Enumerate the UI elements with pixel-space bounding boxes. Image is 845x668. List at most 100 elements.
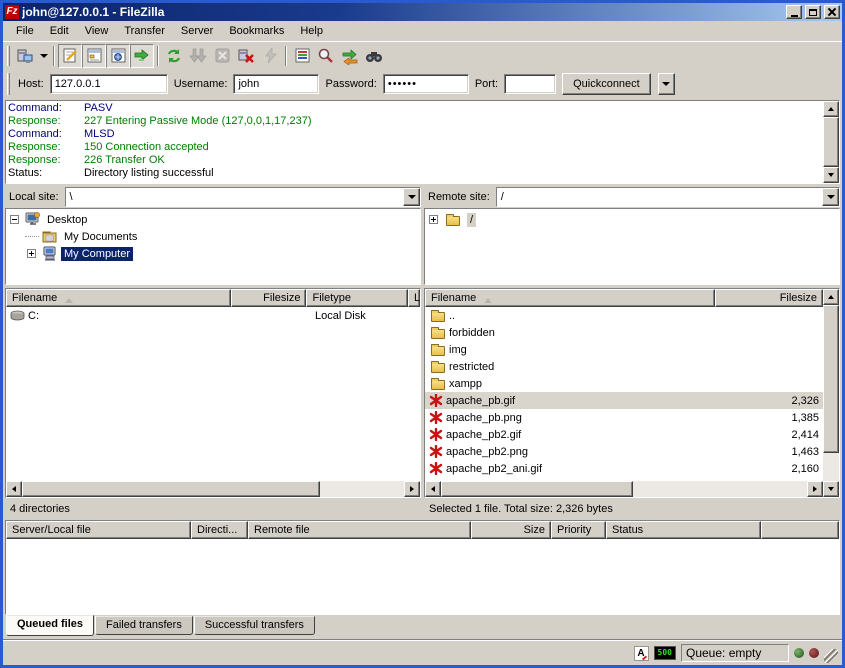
- scroll-left-button[interactable]: [425, 481, 441, 497]
- column-empty: [761, 521, 839, 539]
- tab-queued-files[interactable]: Queued files: [6, 615, 94, 636]
- menu-server[interactable]: Server: [173, 22, 221, 40]
- arrow-down-icon: [828, 487, 834, 494]
- scroll-down-button[interactable]: [823, 167, 839, 183]
- menu-file[interactable]: File: [8, 22, 42, 40]
- close-icon: [828, 8, 836, 16]
- column-server-local-file[interactable]: Server/Local file: [6, 521, 191, 539]
- menu-transfer[interactable]: Transfer: [116, 22, 173, 40]
- column-status[interactable]: Status: [606, 521, 761, 539]
- toggle-local-tree-button[interactable]: [82, 44, 106, 68]
- log-scrollbar[interactable]: [823, 101, 839, 183]
- scroll-right-button[interactable]: [807, 481, 823, 497]
- menu-help[interactable]: Help: [292, 22, 331, 40]
- scroll-up-button[interactable]: [823, 101, 839, 117]
- column-filesize[interactable]: Filesize: [715, 289, 823, 307]
- synchronized-browsing-button[interactable]: [362, 44, 386, 68]
- file-row-selected[interactable]: apache_pb.gif2,326: [425, 392, 823, 409]
- host-input[interactable]: [50, 74, 168, 94]
- remote-list-hscrollbar[interactable]: [425, 481, 823, 497]
- scroll-thumb[interactable]: [823, 117, 839, 167]
- remote-site-dropdown-button[interactable]: [822, 188, 839, 206]
- file-row[interactable]: forbidden: [425, 324, 823, 341]
- column-priority[interactable]: Priority: [551, 521, 606, 539]
- minimize-button[interactable]: [786, 5, 802, 19]
- maximize-button[interactable]: [805, 5, 821, 19]
- column-direction[interactable]: Directi...: [191, 521, 248, 539]
- tree-item-my-documents[interactable]: My Documents: [8, 228, 418, 245]
- scroll-thumb[interactable]: [22, 481, 320, 497]
- titlebar: Fz john@127.0.0.1 - FileZilla: [3, 3, 842, 21]
- menu-view[interactable]: View: [77, 22, 117, 40]
- tree-item-desktop[interactable]: Desktop: [8, 211, 418, 228]
- scroll-thumb[interactable]: [441, 481, 633, 497]
- menu-edit[interactable]: Edit: [42, 22, 77, 40]
- expand-expander-icon[interactable]: [27, 249, 36, 258]
- close-button[interactable]: [824, 5, 840, 19]
- local-site-dropdown-button[interactable]: [403, 188, 420, 206]
- toggle-remote-tree-button[interactable]: [106, 44, 130, 68]
- file-row-c-drive[interactable]: C: Local Disk: [6, 307, 420, 324]
- file-row[interactable]: apache_pb.png1,385: [425, 409, 823, 426]
- toolbar-separator: [53, 46, 55, 66]
- collapse-expander-icon[interactable]: [10, 215, 19, 224]
- process-queue-button[interactable]: [186, 44, 210, 68]
- menu-bookmarks[interactable]: Bookmarks: [221, 22, 292, 40]
- refresh-icon: [165, 47, 183, 65]
- local-list-hscrollbar[interactable]: [6, 481, 420, 497]
- directory-filter-button[interactable]: [290, 44, 314, 68]
- reconnect-button[interactable]: [258, 44, 282, 68]
- scroll-up-button[interactable]: [823, 289, 839, 305]
- tab-failed-transfers[interactable]: Failed transfers: [95, 616, 193, 635]
- scroll-left-button[interactable]: [6, 481, 22, 497]
- resize-grip[interactable]: [824, 649, 838, 663]
- cancel-operation-button[interactable]: [210, 44, 234, 68]
- file-row[interactable]: restricted: [425, 358, 823, 375]
- column-filesize[interactable]: Filesize: [231, 289, 307, 307]
- toggle-message-log-button[interactable]: [58, 44, 82, 68]
- port-input[interactable]: [504, 74, 556, 94]
- quickconnect-dropdown-button[interactable]: [658, 73, 675, 95]
- column-filetype[interactable]: Filetype: [306, 289, 408, 307]
- file-row[interactable]: xampp: [425, 375, 823, 392]
- tree-item-root[interactable]: /: [427, 211, 837, 228]
- file-row[interactable]: apache_pb2.gif2,414: [425, 426, 823, 443]
- file-row[interactable]: img: [425, 341, 823, 358]
- quickconnect-button[interactable]: Quickconnect: [562, 73, 651, 95]
- arrow-left-icon: [428, 486, 435, 492]
- remote-site-combo[interactable]: /: [496, 187, 840, 207]
- queue-status-field: Queue: empty: [681, 644, 789, 662]
- chevron-down-icon: [827, 195, 835, 203]
- column-remote-file[interactable]: Remote file: [248, 521, 471, 539]
- transfer-queue-icon: [133, 47, 151, 65]
- scroll-thumb[interactable]: [823, 305, 839, 453]
- filter-icon: [294, 47, 311, 64]
- refresh-button[interactable]: [162, 44, 186, 68]
- local-site-combo[interactable]: \: [65, 187, 421, 207]
- column-last-modified[interactable]: L: [408, 289, 420, 307]
- log-line: Command:MLSD: [8, 128, 821, 141]
- find-files-button[interactable]: [314, 44, 338, 68]
- file-row[interactable]: ..: [425, 307, 823, 324]
- directory-comparison-button[interactable]: [338, 44, 362, 68]
- tab-successful-transfers[interactable]: Successful transfers: [194, 616, 315, 635]
- local-list-body: C: Local Disk: [6, 307, 420, 481]
- remote-list-vscrollbar[interactable]: [823, 289, 839, 497]
- expand-expander-icon[interactable]: [429, 215, 438, 224]
- username-input[interactable]: [233, 74, 319, 94]
- disconnect-button[interactable]: [234, 44, 258, 68]
- file-row[interactable]: apache_pb2_ani.gif2,160: [425, 460, 823, 477]
- password-input[interactable]: [383, 74, 469, 94]
- tree-item-my-computer[interactable]: My Computer: [8, 245, 418, 262]
- file-row[interactable]: apache_pb2.png1,463: [425, 443, 823, 460]
- directory-trees: Local site: \ Desktop My Documents: [5, 187, 840, 285]
- column-filename[interactable]: Filename: [6, 289, 231, 307]
- column-filename[interactable]: Filename: [425, 289, 715, 307]
- folder-icon: [431, 329, 445, 339]
- scroll-down-button[interactable]: [823, 481, 839, 497]
- scroll-right-button[interactable]: [404, 481, 420, 497]
- toggle-queue-button[interactable]: [130, 44, 154, 68]
- site-manager-button[interactable]: [13, 44, 37, 68]
- column-size[interactable]: Size: [471, 521, 551, 539]
- site-manager-dropdown-button[interactable]: [37, 45, 50, 67]
